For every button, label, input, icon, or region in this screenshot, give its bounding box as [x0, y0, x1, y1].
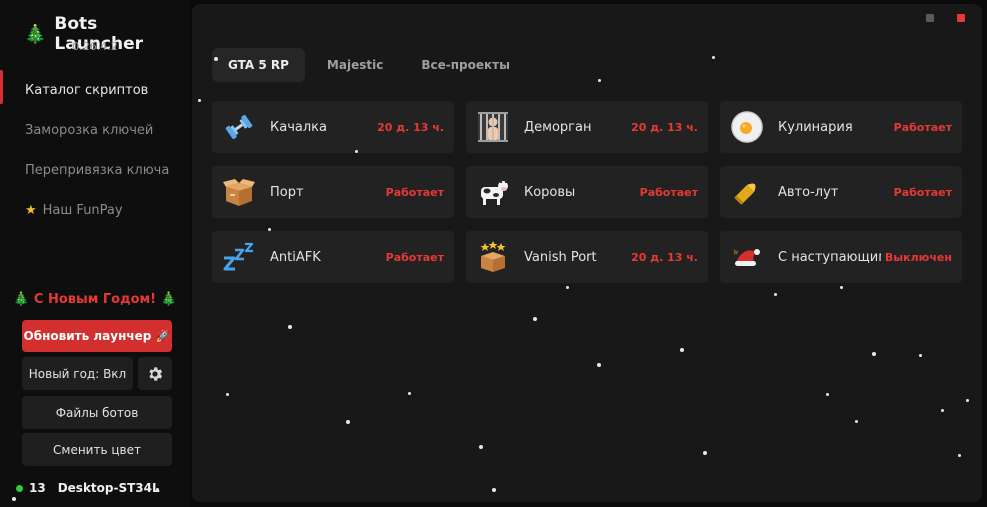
snowflake — [226, 393, 229, 396]
change-color-button[interactable]: Сменить цвет — [22, 433, 172, 466]
sidebar-item-label: Каталог скриптов — [25, 82, 149, 98]
bot-files-button[interactable]: Файлы ботов — [22, 396, 172, 429]
stars-box-icon — [476, 240, 510, 274]
snowflake — [597, 363, 601, 367]
snowflake — [958, 454, 961, 457]
project-tabs: GTA 5 RP Majestic Все-проекты — [212, 48, 526, 82]
tab-majestic[interactable]: Majestic — [311, 48, 399, 82]
box-icon — [222, 175, 256, 209]
snowflake — [533, 317, 537, 321]
snowflake — [492, 488, 496, 492]
minimize-button[interactable] — [926, 14, 934, 22]
snowflake — [826, 393, 829, 396]
script-card[interactable]: Деморган 20 д. 13 ч. — [466, 101, 708, 153]
script-name: Порт — [270, 184, 304, 200]
sidebar-item-label: Перепривязка ключа — [25, 162, 170, 178]
launcher-window: 🎄 Bots Launcher 0.26.4.2 Каталог скрипто… — [0, 0, 987, 507]
star-icon: ★ — [25, 202, 37, 218]
snowflake — [855, 420, 858, 423]
snowflake — [680, 348, 684, 352]
sidebar-item-key-freeze[interactable]: Заморозка ключей — [0, 110, 190, 150]
sidebar-item-label: Заморозка ключей — [25, 122, 154, 138]
online-count: 13 — [29, 481, 46, 495]
script-grid: Качалка 20 д. 13 ч. Деморган 20 д. 13 ч.… — [212, 101, 962, 283]
script-status: Работает — [889, 101, 952, 153]
script-card[interactable]: Кулинария Работает — [720, 101, 962, 153]
snowflake — [703, 451, 707, 455]
santa-hat-icon — [730, 240, 764, 274]
snowflake — [774, 293, 777, 296]
script-name: Коровы — [524, 184, 576, 200]
script-card[interactable]: AntiAFK Работает — [212, 231, 454, 283]
app-version: 0.26.4.2 — [72, 40, 118, 53]
script-card[interactable]: Качалка 20 д. 13 ч. — [212, 101, 454, 153]
snowflake — [598, 79, 601, 82]
script-name: Деморган — [524, 119, 592, 135]
snowflake — [919, 354, 922, 357]
sidebar-item-catalog[interactable]: Каталог скриптов — [0, 70, 190, 110]
snowflake — [198, 99, 201, 102]
snowflake — [941, 409, 944, 412]
snowflake — [346, 420, 350, 424]
machine-name: Desktop-ST34L — [57, 481, 160, 495]
online-indicator — [16, 484, 23, 492]
script-status: 20 д. 13 ч. — [373, 101, 444, 153]
snowflake — [355, 150, 358, 153]
snowflake — [966, 399, 969, 402]
script-card[interactable]: С наступающим Выключен — [720, 231, 962, 283]
dumbbell-icon — [222, 110, 256, 144]
sidebar-item-funpay[interactable]: ★ Наш FunPay — [0, 190, 190, 230]
cow-icon — [476, 175, 510, 209]
script-status: Работает — [381, 231, 444, 283]
sidebar-nav: Каталог скриптов Заморозка ключей Перепр… — [0, 70, 190, 230]
gear-icon — [149, 366, 163, 381]
snowflake — [712, 56, 715, 59]
fried-egg-icon — [730, 110, 764, 144]
script-status: 20 д. 13 ч. — [627, 101, 698, 153]
tab-gta5rp[interactable]: GTA 5 RP — [212, 48, 305, 82]
sleep-icon — [222, 240, 256, 274]
tab-all-projects[interactable]: Все-проекты — [405, 48, 526, 82]
sidebar: 🎄 Bots Launcher 0.26.4.2 Каталог скрипто… — [0, 0, 190, 507]
snowflake — [156, 488, 159, 491]
script-name: Vanish Port — [524, 249, 597, 265]
script-status: Работает — [635, 166, 698, 218]
sidebar-item-key-rebind[interactable]: Перепривязка ключа — [0, 150, 190, 190]
snowflake — [408, 392, 411, 395]
script-card[interactable]: Порт Работает — [212, 166, 454, 218]
script-name: С наступающим — [778, 249, 888, 265]
close-button[interactable] — [957, 14, 965, 22]
script-name: Качалка — [270, 119, 327, 135]
script-status: Выключен — [880, 231, 952, 283]
update-launcher-button[interactable]: Обновить лаунчер 🚀 — [22, 320, 172, 352]
settings-button[interactable] — [138, 357, 172, 390]
script-name: Кулинария — [778, 119, 853, 135]
new-year-toggle-button[interactable]: Новый год: Вкл — [22, 357, 133, 390]
jail-icon — [476, 110, 510, 144]
script-card[interactable]: Авто-лут Работает — [720, 166, 962, 218]
script-card[interactable]: Коровы Работает — [466, 166, 708, 218]
snowflake — [872, 352, 876, 356]
new-year-greeting: 🎄 С Новым Годом! 🎄 — [13, 292, 177, 307]
main-panel: GTA 5 RP Majestic Все-проекты Качалка 20… — [192, 4, 982, 502]
script-status: Работает — [381, 166, 444, 218]
script-status: Работает — [889, 166, 952, 218]
snowflake — [840, 286, 843, 289]
script-name: AntiAFK — [270, 249, 321, 265]
sidebar-item-label: Наш FunPay — [42, 202, 123, 218]
snowflake — [214, 57, 218, 61]
snowflake — [479, 445, 483, 449]
script-card[interactable]: Vanish Port 20 д. 13 ч. — [466, 231, 708, 283]
status-bar: 13 Desktop-ST34L — [16, 481, 160, 495]
snowflake — [566, 286, 569, 289]
bullet-icon — [730, 175, 764, 209]
snowflake — [12, 497, 16, 501]
script-name: Авто-лут — [778, 184, 839, 200]
snowflake — [288, 325, 292, 329]
snowflake — [268, 228, 271, 231]
script-status: 20 д. 13 ч. — [627, 231, 698, 283]
